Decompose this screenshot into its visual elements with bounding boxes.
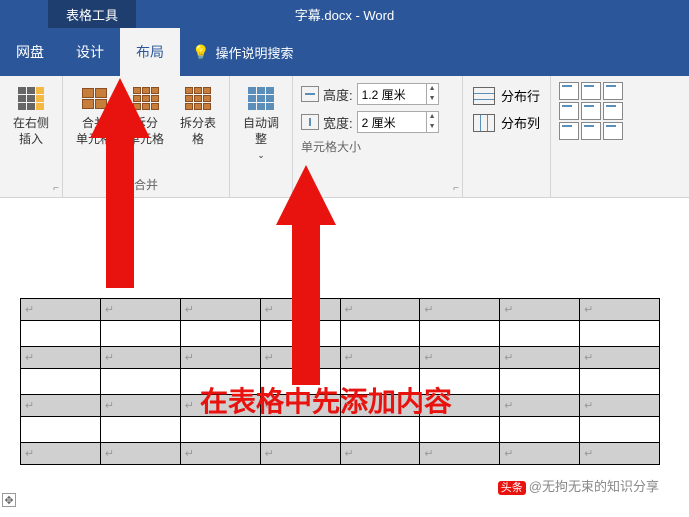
height-field[interactable] xyxy=(358,87,426,101)
distribute-cols-icon xyxy=(473,114,495,132)
width-input[interactable]: ▲▼ xyxy=(357,111,439,133)
split-cells-button[interactable]: 拆分 单元格 xyxy=(121,80,171,149)
align-mr-button[interactable] xyxy=(603,102,623,120)
autofit-label: 自动调整⌄ xyxy=(240,116,282,163)
group-autofit: 自动调整⌄ xyxy=(230,76,293,197)
table-row[interactable]: ↵↵↵↵↵↵↵↵ xyxy=(21,443,660,465)
insert-right-label: 在右侧插入 xyxy=(10,116,52,147)
ribbon: 在右侧插入 ⌐ 合并 单元格 拆分 单元格 拆分表格 合并 自动调整 xyxy=(0,76,689,198)
table-row[interactable] xyxy=(21,417,660,443)
chevron-down-icon: ⌄ xyxy=(257,150,265,160)
bulb-icon: 💡 xyxy=(192,44,209,61)
distribute-rows-icon xyxy=(473,87,495,105)
align-tl-button[interactable] xyxy=(559,82,579,100)
align-ml-button[interactable] xyxy=(559,102,579,120)
width-field[interactable] xyxy=(358,115,426,129)
width-label: 宽度: xyxy=(323,113,353,132)
table-row[interactable]: ↵↵↵↵↵↵↵↵ xyxy=(21,347,660,369)
split-cells-label: 拆分 单元格 xyxy=(128,116,164,147)
annotation-text: 在表格中先添加内容 xyxy=(200,380,452,420)
down-arrow-icon[interactable]: ▼ xyxy=(427,94,438,104)
align-tr-button[interactable] xyxy=(603,82,623,100)
up-arrow-icon[interactable]: ▲ xyxy=(427,112,438,122)
height-input[interactable]: ▲▼ xyxy=(357,83,439,105)
table-row[interactable] xyxy=(21,321,660,347)
split-table-button[interactable]: 拆分表格 xyxy=(173,80,223,149)
tell-me-search[interactable]: 💡 操作说明搜索 xyxy=(180,43,305,62)
align-br-button[interactable] xyxy=(603,122,623,140)
search-label: 操作说明搜索 xyxy=(215,43,293,62)
table-row[interactable]: ↵↵↵↵↵↵↵↵ xyxy=(21,299,660,321)
up-arrow-icon[interactable]: ▲ xyxy=(427,84,438,94)
document-title: 字幕.docx - Word xyxy=(295,5,394,24)
align-bc-button[interactable] xyxy=(581,122,601,140)
height-label: 高度: xyxy=(323,85,353,104)
merge-cells-button[interactable]: 合并 单元格 xyxy=(69,80,119,149)
autofit-button[interactable]: 自动调整⌄ xyxy=(236,80,286,165)
merge-cells-label: 合并 单元格 xyxy=(76,116,112,147)
group-merge: 合并 单元格 拆分 单元格 拆分表格 合并 xyxy=(63,76,230,197)
group-alignment xyxy=(551,76,631,197)
group-rows-cols: 在右侧插入 ⌐ xyxy=(0,76,63,197)
contextual-tab-label: 表格工具 xyxy=(48,0,136,28)
align-mc-button[interactable] xyxy=(581,102,601,120)
down-arrow-icon[interactable]: ▼ xyxy=(427,122,438,132)
split-table-label: 拆分表格 xyxy=(177,116,219,147)
distribute-cols-button[interactable]: 分布列 xyxy=(473,109,540,136)
group-distribute: 分布行 分布列 xyxy=(463,76,551,197)
row-height-icon xyxy=(301,86,319,102)
distribute-rows-label: 分布行 xyxy=(501,86,540,105)
distribute-cols-label: 分布列 xyxy=(501,113,540,132)
align-bl-button[interactable] xyxy=(559,122,579,140)
group-launcher-icon[interactable]: ⌐ xyxy=(53,183,59,194)
watermark: @无拘无束的知识分享 xyxy=(498,476,659,495)
distribute-rows-button[interactable]: 分布行 xyxy=(473,82,540,109)
align-tc-button[interactable] xyxy=(581,82,601,100)
document-area[interactable]: ✥ ↵↵↵↵↵↵↵↵ ↵↵↵↵↵↵↵↵ ↵↵↵↵↵↵↵↵ ↵↵↵↵↵↵↵↵ xyxy=(0,198,689,465)
tab-layout[interactable]: 布局 xyxy=(120,28,180,76)
merge-group-label: 合并 xyxy=(134,174,158,195)
ribbon-tabs: 网盘 设计 布局 💡 操作说明搜索 xyxy=(0,28,689,76)
group-launcher-icon[interactable]: ⌐ xyxy=(453,183,459,194)
col-width-icon xyxy=(301,114,319,130)
tab-design[interactable]: 设计 xyxy=(60,28,120,76)
insert-right-button[interactable]: 在右侧插入 xyxy=(6,80,56,149)
table-move-handle[interactable]: ✥ xyxy=(2,493,16,507)
group-cell-size: 高度: ▲▼ 宽度: ▲▼ 单元格大小 ⌐ xyxy=(293,76,463,197)
titlebar: 表格工具 字幕.docx - Word xyxy=(0,0,689,28)
tab-pan[interactable]: 网盘 xyxy=(0,28,60,76)
alignment-grid xyxy=(559,82,623,140)
cellsize-group-label: 单元格大小 xyxy=(301,136,454,157)
